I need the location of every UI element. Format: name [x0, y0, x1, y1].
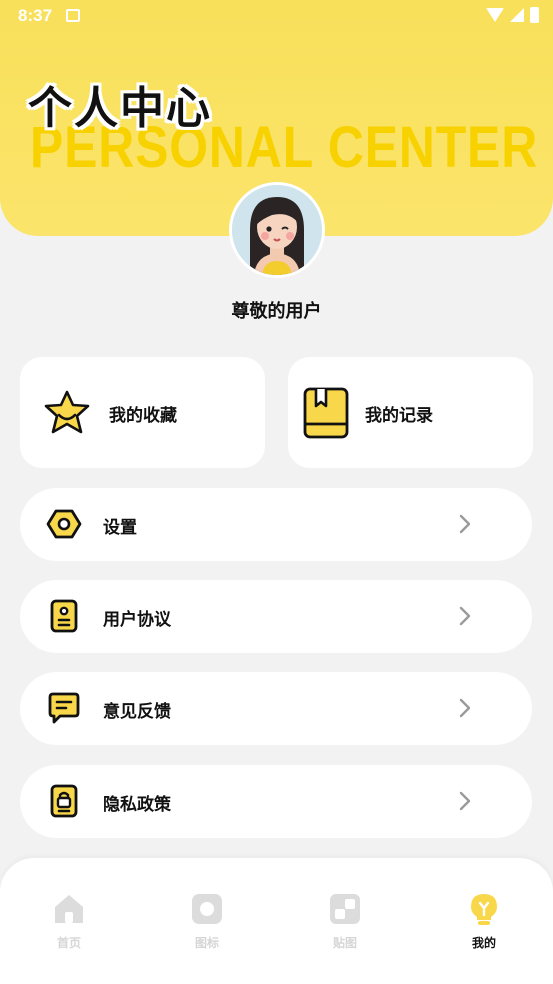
chevron-right-icon: [459, 606, 471, 626]
menu-item-label: 隐私政策: [103, 795, 171, 815]
wifi-icon: [486, 8, 504, 22]
nav-label: 首页: [56, 936, 81, 950]
records-label: 我的记录: [365, 406, 433, 426]
lightbulb-icon: [471, 894, 497, 925]
nav-tab-stickers[interactable]: 贴图: [310, 892, 380, 951]
page-title: 个人中心: [28, 83, 212, 134]
star-icon: [44, 390, 90, 434]
nav-label: 贴图: [332, 936, 357, 950]
status-icons: [486, 7, 539, 23]
signal-icon: [510, 8, 524, 22]
menu-item-privacy-policy[interactable]: 隐私政策: [20, 765, 532, 838]
nav-label: 我的: [471, 936, 496, 950]
menu-item-user-agreement[interactable]: 用户协议: [20, 580, 532, 653]
chevron-right-icon: [459, 698, 471, 718]
book-icon: [303, 387, 349, 439]
battery-icon: [530, 7, 539, 23]
nav-label: 图标: [194, 936, 219, 950]
chevron-right-icon: [459, 791, 471, 811]
user-name: 尊敬的用户: [231, 301, 322, 322]
favorites-label: 我的收藏: [109, 406, 177, 426]
privacy-lock-icon: [50, 784, 78, 818]
menu-item-label: 用户协议: [103, 610, 171, 630]
menu-item-label: 意见反馈: [103, 702, 171, 722]
menu-item-feedback[interactable]: 意见反馈: [20, 672, 532, 745]
menu-item-label: 设置: [103, 518, 137, 538]
status-time: 8:37: [18, 6, 53, 25]
favorites-card[interactable]: 我的收藏: [20, 357, 265, 468]
gear-icon: [46, 509, 82, 539]
agreement-icon: [50, 599, 78, 633]
icon-grid-icon: [192, 894, 222, 924]
avatar-girl-icon: [232, 185, 322, 275]
bottom-nav: 首页 图标 贴图 我的: [0, 858, 553, 984]
avatar[interactable]: [229, 182, 325, 278]
nav-tab-mine[interactable]: 我的: [449, 892, 519, 951]
chevron-right-icon: [459, 514, 471, 534]
sticker-icon: [330, 894, 360, 924]
records-card[interactable]: 我的记录: [288, 357, 533, 468]
status-bar: 8:37: [0, 0, 553, 32]
notification-icon: [66, 9, 80, 22]
nav-tab-icons[interactable]: 图标: [172, 892, 242, 951]
nav-tab-home[interactable]: 首页: [34, 892, 104, 951]
menu-item-settings[interactable]: 设置: [20, 488, 532, 561]
feedback-icon: [48, 692, 80, 724]
home-icon: [55, 895, 83, 923]
